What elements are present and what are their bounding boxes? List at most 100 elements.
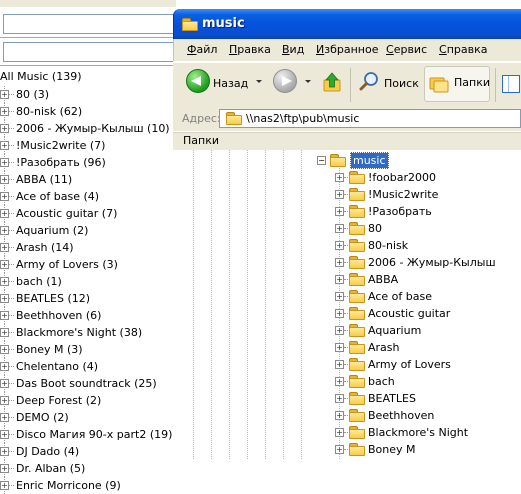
folder-open-icon xyxy=(330,154,346,167)
expand-icon[interactable]: + xyxy=(335,190,344,199)
library-item[interactable]: + BEATLES (12) xyxy=(0,290,172,307)
library-item-label: !Music2write (7) xyxy=(16,139,106,152)
expand-icon[interactable]: + xyxy=(335,224,344,233)
expand-icon[interactable]: + xyxy=(0,379,9,388)
library-filter-input-1[interactable] xyxy=(3,14,175,34)
expand-icon[interactable]: + xyxy=(0,141,9,150)
menu-edit[interactable]: Правка xyxy=(229,43,271,56)
expand-icon[interactable]: + xyxy=(0,158,9,167)
expand-icon[interactable]: + xyxy=(0,311,9,320)
expand-icon[interactable]: + xyxy=(0,362,9,371)
library-item[interactable]: + ABBA (11) xyxy=(0,171,172,188)
folder-up-icon[interactable] xyxy=(322,71,344,93)
folder-icon xyxy=(349,443,365,456)
library-item[interactable]: +80-nisk (62) xyxy=(0,103,172,120)
library-item[interactable]: + Acoustic guitar (7) xyxy=(0,205,172,222)
library-item[interactable]: + Disco Магия 90-х part2 (19) xyxy=(0,426,172,443)
library-item[interactable]: +2006 - Жумыр-Кылыш (10) xyxy=(0,120,172,137)
expand-icon[interactable]: + xyxy=(0,243,9,252)
expand-icon[interactable]: + xyxy=(0,175,9,184)
expand-icon[interactable]: + xyxy=(335,309,344,318)
expand-icon[interactable]: + xyxy=(335,445,344,454)
expand-icon[interactable]: + xyxy=(0,124,9,133)
library-filter-input-2[interactable] xyxy=(3,42,175,62)
expand-icon[interactable]: + xyxy=(0,107,9,116)
library-item[interactable]: + Dr. Alban (5) xyxy=(0,460,172,477)
library-item[interactable]: + DEMO (2) xyxy=(0,409,172,426)
back-dropdown-icon[interactable] xyxy=(256,80,262,83)
expand-icon[interactable]: + xyxy=(0,328,9,337)
expand-icon[interactable]: + xyxy=(335,241,344,250)
library-root-item[interactable]: All Music (139) xyxy=(0,70,82,83)
menu-tools[interactable]: Сервис xyxy=(386,43,427,56)
library-item[interactable]: + Ace of base (4) xyxy=(0,188,172,205)
library-item[interactable]: + Blackmore's Night (38) xyxy=(0,324,172,341)
expand-icon[interactable]: + xyxy=(0,345,9,354)
expand-icon[interactable]: + xyxy=(335,394,344,403)
collapse-icon[interactable]: − xyxy=(317,156,326,165)
library-item[interactable]: + !Music2write (7) xyxy=(0,137,172,154)
library-item[interactable]: + Arash (14) xyxy=(0,239,172,256)
back-arrow-icon[interactable] xyxy=(186,69,210,93)
library-item[interactable]: + Chelentano (4) xyxy=(0,358,172,375)
forward-dropdown-icon[interactable] xyxy=(305,80,311,83)
expand-icon[interactable]: + xyxy=(0,277,9,286)
address-input[interactable]: \\nas2\ftp\pub\music xyxy=(219,109,521,128)
back-button[interactable]: Назад xyxy=(213,69,248,99)
expand-icon[interactable]: + xyxy=(0,294,9,303)
expand-icon[interactable]: + xyxy=(0,413,9,422)
library-item-label: Dr. Alban (5) xyxy=(16,462,86,475)
expand-icon[interactable]: + xyxy=(335,292,344,301)
title-bar[interactable]: music xyxy=(173,9,521,39)
library-item[interactable]: +80 (3) xyxy=(0,86,172,103)
library-item-label: Enric Morricone (9) xyxy=(16,479,121,492)
menu-help[interactable]: Справка xyxy=(439,43,487,56)
expand-icon[interactable]: + xyxy=(335,360,344,369)
expand-icon[interactable]: + xyxy=(335,258,344,267)
library-item[interactable]: + Enric Morricone (9) xyxy=(0,477,172,494)
library-item[interactable]: + !Разобрать (96) xyxy=(0,154,172,171)
library-item-label: Deep Forest (2) xyxy=(16,394,102,407)
expand-icon[interactable]: + xyxy=(0,90,9,99)
folders-button[interactable]: Папки xyxy=(424,66,490,102)
expand-icon[interactable]: + xyxy=(0,464,9,473)
folders-button-label: Папки xyxy=(454,76,490,89)
expand-icon[interactable]: + xyxy=(0,447,9,456)
expand-icon[interactable]: + xyxy=(335,326,344,335)
expand-icon[interactable]: + xyxy=(0,226,9,235)
tree-connector xyxy=(344,177,348,178)
expand-icon[interactable]: + xyxy=(335,411,344,420)
folder-icon xyxy=(349,392,365,405)
library-item-label: DJ Dado (4) xyxy=(16,445,80,458)
library-item[interactable]: + Das Boot soundtrack (25) xyxy=(0,375,172,392)
library-item[interactable]: + Beethhoven (6) xyxy=(0,307,172,324)
folder-item-label: Acoustic guitar xyxy=(368,307,451,320)
library-item-label: ABBA (11) xyxy=(16,173,73,186)
expand-icon[interactable]: + xyxy=(0,260,9,269)
menu-file[interactable]: Файл xyxy=(187,43,217,56)
search-icon[interactable] xyxy=(359,71,379,91)
expand-icon[interactable]: + xyxy=(335,173,344,182)
expand-icon[interactable]: + xyxy=(335,275,344,284)
library-item[interactable]: + Deep Forest (2) xyxy=(0,392,172,409)
expand-icon[interactable]: + xyxy=(0,481,9,490)
expand-icon[interactable]: + xyxy=(335,377,344,386)
menu-view[interactable]: Вид xyxy=(282,43,304,56)
folders-pane-header: Папки xyxy=(173,132,521,151)
library-item[interactable]: + DJ Dado (4) xyxy=(0,443,172,460)
library-item[interactable]: + Army of Lovers (3) xyxy=(0,256,172,273)
menu-favorites[interactable]: Избранное xyxy=(316,43,378,56)
search-button[interactable]: Поиск xyxy=(384,69,419,99)
expand-icon[interactable]: + xyxy=(0,192,9,201)
forward-arrow-icon[interactable] xyxy=(273,69,297,93)
library-item[interactable]: + Aquarium (2) xyxy=(0,222,172,239)
expand-icon[interactable]: + xyxy=(0,396,9,405)
expand-icon[interactable]: + xyxy=(335,207,344,216)
library-item[interactable]: + Boney M (3) xyxy=(0,341,172,358)
expand-icon[interactable]: + xyxy=(335,343,344,352)
expand-icon[interactable]: + xyxy=(335,428,344,437)
views-icon[interactable] xyxy=(502,75,520,93)
expand-icon[interactable]: + xyxy=(0,430,9,439)
expand-icon[interactable]: + xyxy=(0,209,9,218)
library-item[interactable]: + bach (1) xyxy=(0,273,172,290)
